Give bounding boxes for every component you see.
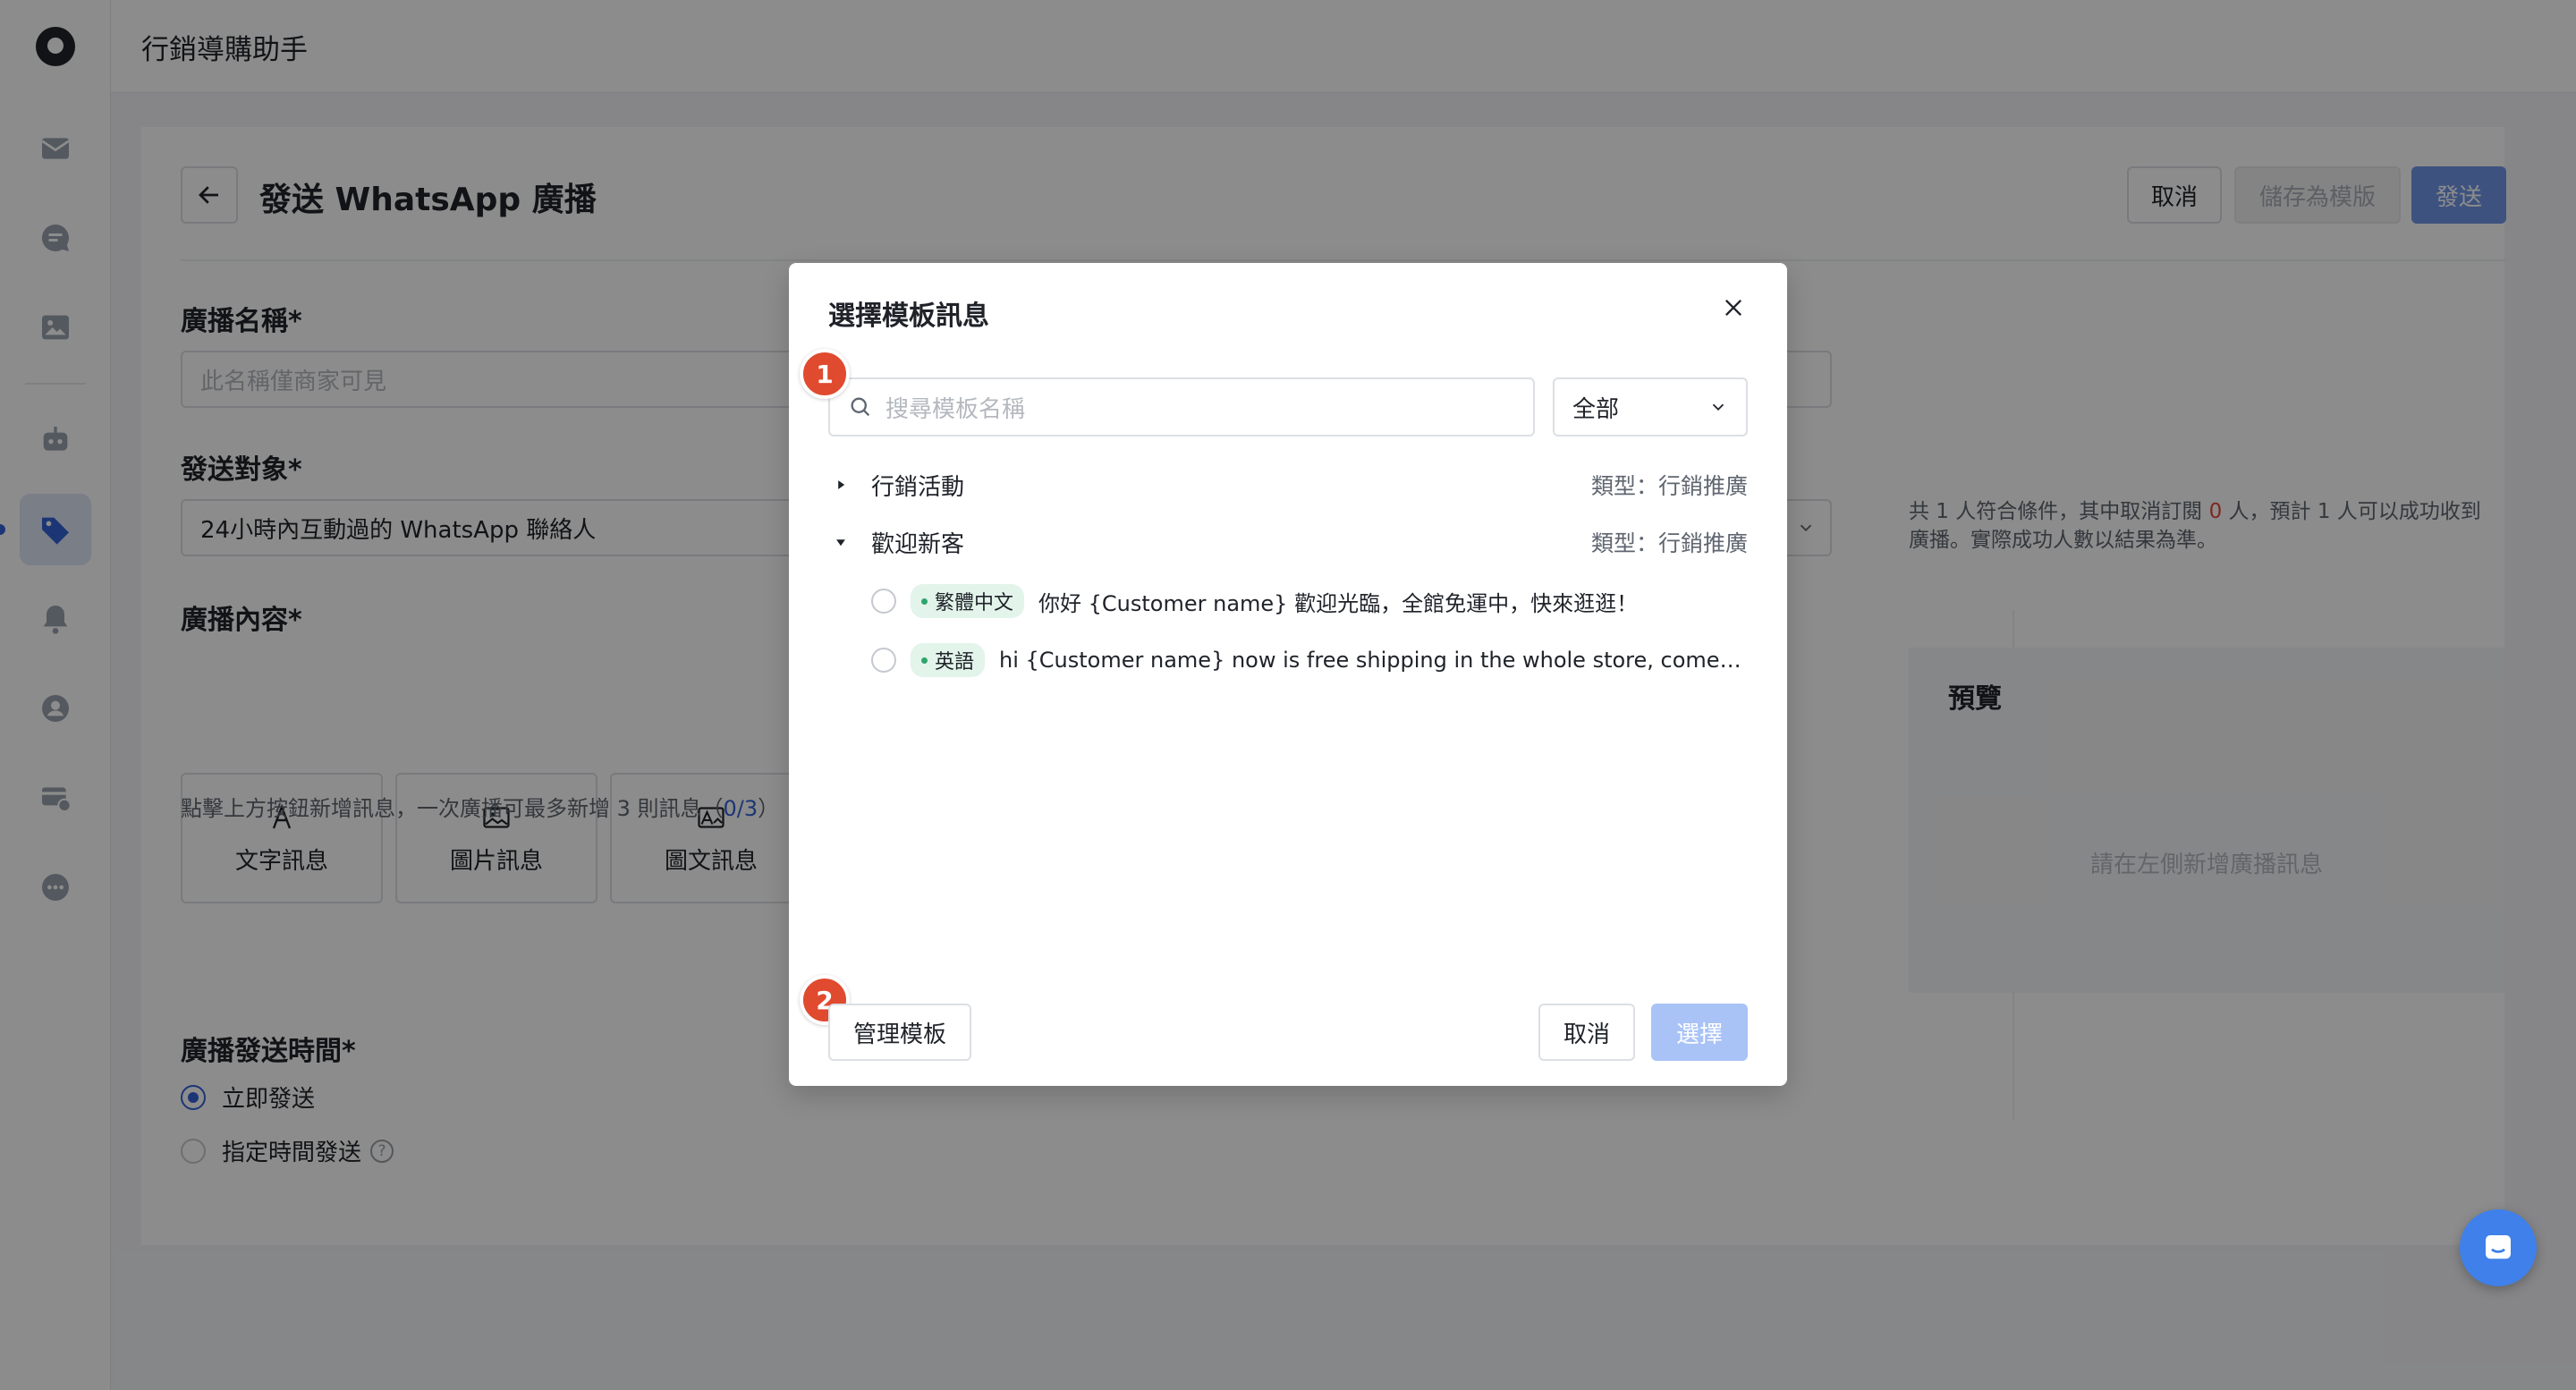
template-radio[interactable] bbox=[871, 648, 896, 673]
close-icon[interactable] bbox=[1716, 290, 1751, 326]
template-option-en[interactable]: 英語 hi {Customer name} now is free shippi… bbox=[871, 640, 1748, 680]
template-group-marketing[interactable]: 行銷活動 類型：行銷推廣 bbox=[828, 467, 1748, 503]
template-text: 你好 {Customer name} 歡迎光臨，全館免運中，快來逛逛！ bbox=[1038, 590, 1639, 616]
template-group-welcome[interactable]: 歡迎新客 類型：行銷推廣 bbox=[828, 524, 1748, 560]
filter-value: 全部 bbox=[1572, 395, 1620, 423]
search-icon bbox=[851, 397, 870, 417]
language-tag: 繁體中文 bbox=[911, 584, 1025, 618]
template-search-input[interactable]: 搜尋模板名稱 bbox=[828, 377, 1535, 436]
manage-templates-button[interactable]: 管理模板 bbox=[828, 1004, 971, 1061]
chevron-down-icon bbox=[1712, 403, 1724, 411]
modal-title: 選擇模板訊息 bbox=[828, 301, 989, 332]
step-badge-1: 1 bbox=[800, 349, 850, 399]
template-text: hi {Customer name} now is free shipping … bbox=[999, 648, 1748, 673]
template-type-filter[interactable]: 全部 bbox=[1553, 377, 1748, 436]
language-tag: 英語 bbox=[911, 643, 986, 677]
modal-cancel-button[interactable]: 取消 bbox=[1538, 1004, 1635, 1061]
modal-select-button[interactable]: 選擇 bbox=[1651, 1004, 1748, 1061]
chat-bubble-icon bbox=[2486, 1235, 2511, 1259]
caret-down-icon bbox=[828, 536, 853, 548]
search-placeholder: 搜尋模板名稱 bbox=[886, 395, 1026, 423]
caret-right-icon bbox=[828, 479, 853, 491]
template-option-zh[interactable]: 繁體中文 你好 {Customer name} 歡迎光臨，全館免運中，快來逛逛！ bbox=[871, 581, 1748, 621]
chat-launcher-button[interactable] bbox=[2460, 1209, 2537, 1286]
select-template-modal: 選擇模板訊息 搜尋模板名稱 全部 1 行銷活動 類型：行銷推廣 歡迎新客 類型：… bbox=[789, 263, 1787, 1086]
template-radio[interactable] bbox=[871, 589, 896, 614]
